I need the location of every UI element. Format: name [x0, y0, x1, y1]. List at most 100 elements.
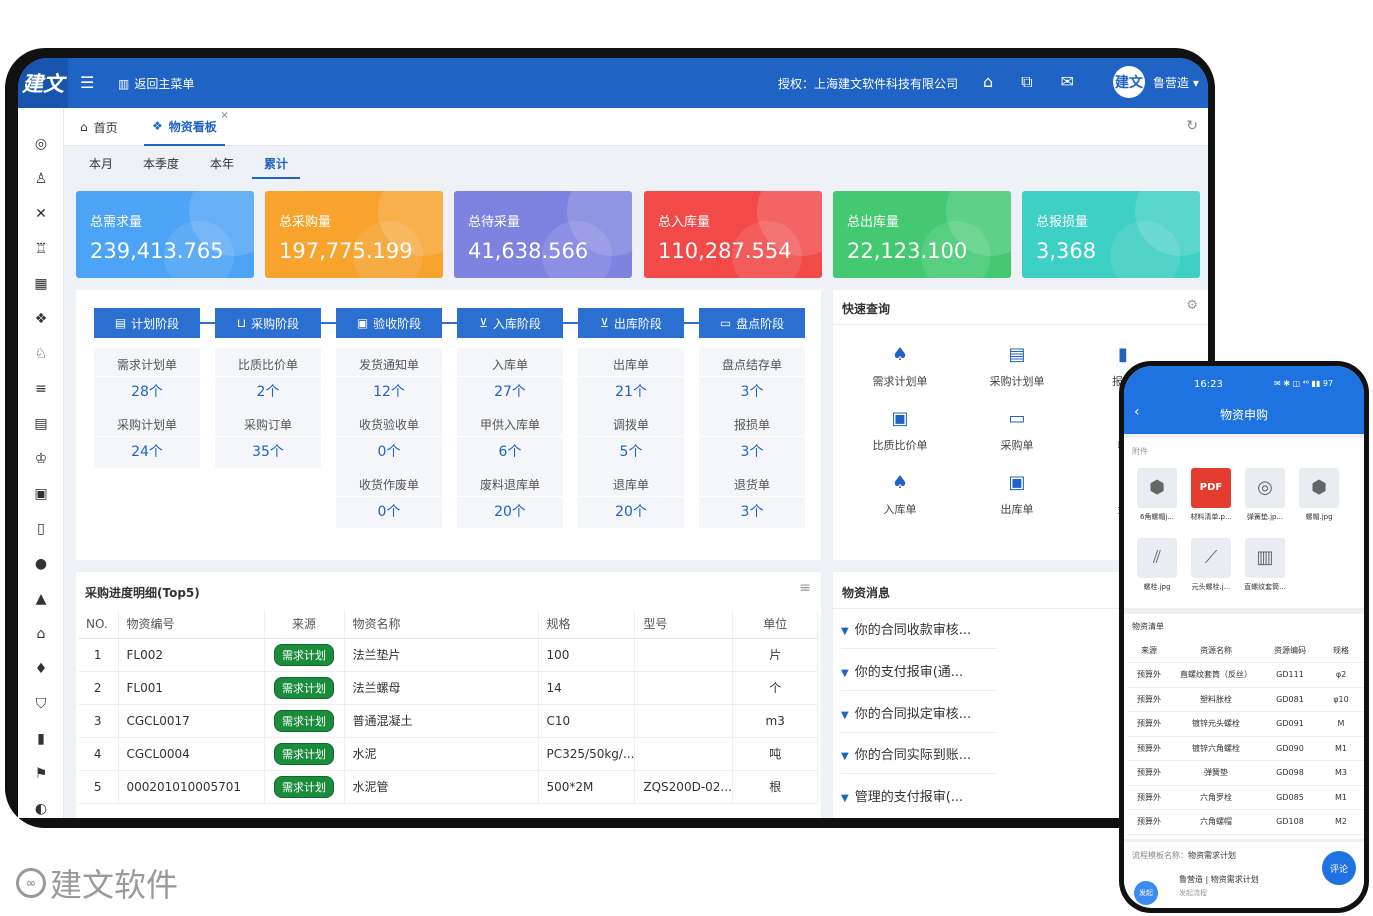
- comment-button[interactable]: 评论: [1322, 851, 1356, 885]
- stage-item-count[interactable]: 21个: [578, 381, 684, 401]
- quick-item[interactable]: ▣ 出库单: [967, 472, 1067, 517]
- stage-item[interactable]: 需求计划单 28个: [94, 348, 200, 408]
- attachment-item[interactable]: ◎ 弹簧垫.jp...: [1240, 468, 1290, 522]
- tab-material-board[interactable]: ❖ 物资看板 ×: [144, 108, 229, 146]
- period-month[interactable]: 本月: [89, 155, 113, 179]
- flow-item[interactable]: 鲁营造 | 物资需求计划: [1179, 874, 1259, 885]
- stage-item-count[interactable]: 28个: [94, 381, 200, 401]
- cubes-icon[interactable]: ❖: [31, 309, 51, 329]
- stage-item-count[interactable]: 27个: [457, 381, 563, 401]
- period-year[interactable]: 本年: [210, 155, 234, 179]
- quick-item[interactable]: ▣ 比质比价单: [850, 408, 950, 453]
- stage-item-count[interactable]: 3个: [699, 441, 805, 461]
- table-row[interactable]: 3 CGCL0017 需求计划 普通混凝土 C10 m3: [78, 704, 818, 738]
- stage-item[interactable]: 盘点结存单 3个: [699, 348, 805, 408]
- stage-item[interactable]: 出库单 21个: [578, 348, 684, 408]
- stage-item-count[interactable]: 24个: [94, 441, 200, 461]
- menu-toggle-icon[interactable]: ☰: [80, 73, 94, 92]
- refresh-icon[interactable]: ↻: [1186, 118, 1198, 134]
- table-row[interactable]: 1 FL002 需求计划 法兰垫片 100 片: [78, 638, 818, 672]
- tools-icon[interactable]: ✕: [31, 204, 51, 224]
- message-item[interactable]: ▼ 你的支付报审(通...: [841, 661, 1005, 680]
- stage-item[interactable]: 发货通知单 12个: [336, 348, 442, 408]
- quick-item[interactable]: ♠ 需求计划单: [850, 344, 950, 389]
- more-menu-icon[interactable]: ≡: [799, 580, 811, 596]
- stage-inbound-header[interactable]: ⊻ 入库阶段: [457, 308, 563, 338]
- gear-icon[interactable]: ⚙: [1186, 298, 1198, 313]
- home-icon[interactable]: ⌂: [983, 72, 993, 92]
- stat-card-loss[interactable]: 总报损量 3,368: [1022, 191, 1200, 278]
- bank-icon[interactable]: ⌂: [31, 624, 51, 644]
- stage-item[interactable]: 甲供入库单 6个: [457, 408, 563, 468]
- stamp-icon[interactable]: ♖: [31, 239, 51, 259]
- stage-outbound-header[interactable]: ⊻ 出库阶段: [578, 308, 684, 338]
- start-flow-badge[interactable]: 发起: [1134, 881, 1158, 905]
- table-row[interactable]: 4 CGCL0004 需求计划 水泥 PC325/50kg/... 吨: [78, 737, 818, 771]
- id-card-icon[interactable]: ▣: [31, 484, 51, 504]
- money-bag-icon[interactable]: ●: [31, 554, 51, 574]
- stage-item-count[interactable]: 20个: [457, 501, 563, 521]
- attachment-item[interactable]: ⬢ 螺帽.jpg: [1294, 468, 1344, 522]
- message-item[interactable]: ▼ 你的合同收款审核...: [841, 619, 1005, 638]
- period-cumulative[interactable]: 累计: [252, 155, 301, 179]
- table-row[interactable]: 预算外 镀锌六角螺栓 GD090 M1: [1128, 736, 1364, 761]
- quick-item[interactable]: ♠ 入库单: [850, 472, 950, 517]
- period-quarter[interactable]: 本季度: [143, 155, 179, 179]
- stage-item-count[interactable]: 0个: [336, 441, 442, 461]
- bars-icon[interactable]: ≡: [31, 379, 51, 399]
- stat-card-outbound[interactable]: 总出库量 22,123.100: [833, 191, 1011, 278]
- stage-inventory-header[interactable]: ▭ 盘点阶段: [699, 308, 805, 338]
- message-item[interactable]: ▼ 管理的支付报审(...: [841, 786, 1005, 805]
- building-icon[interactable]: ▤: [31, 414, 51, 434]
- stage-item[interactable]: 采购计划单 24个: [94, 408, 200, 468]
- table-row[interactable]: 预算外 镀锌元头螺栓 GD091 M: [1128, 711, 1364, 737]
- stage-purchase-header[interactable]: ⊔ 采购阶段: [215, 308, 321, 338]
- stage-plan-header[interactable]: ▤ 计划阶段: [94, 308, 200, 338]
- table-row[interactable]: 预算外 六角罗栓 GD085 M1: [1128, 785, 1364, 810]
- quick-item[interactable]: ▭ 采购单: [967, 408, 1067, 453]
- attachment-item[interactable]: PDF 材料清单.p...: [1186, 468, 1236, 522]
- attachment-item[interactable]: ⟋ 元头螺栓.j...: [1186, 538, 1236, 592]
- stage-item-count[interactable]: 3个: [699, 501, 805, 521]
- table-row[interactable]: 预算外 弹簧垫 GD098 M3: [1128, 760, 1364, 786]
- dashboard-icon[interactable]: ◎: [31, 134, 51, 154]
- stage-item-count[interactable]: 5个: [578, 441, 684, 461]
- stat-card-inbound[interactable]: 总入库量 110,287.554: [644, 191, 822, 278]
- chat-icon[interactable]: ✉: [1061, 72, 1074, 92]
- attachment-item[interactable]: ⬢ 6角螺帽j...: [1132, 468, 1182, 522]
- stage-item-count[interactable]: 3个: [699, 381, 805, 401]
- worker-icon[interactable]: ♔: [31, 449, 51, 469]
- globe-icon[interactable]: ◐: [31, 799, 51, 818]
- stage-item[interactable]: 调拨单 5个: [578, 408, 684, 468]
- stage-item-count[interactable]: 0个: [336, 501, 442, 521]
- stage-item-count[interactable]: 6个: [457, 441, 563, 461]
- stage-item-count[interactable]: 12个: [336, 381, 442, 401]
- table-row[interactable]: 5 000201010005701 需求计划 水泥管 500*2M ZQS200…: [78, 770, 818, 804]
- stage-item[interactable]: 采购订单 35个: [215, 408, 321, 468]
- person-icon[interactable]: ♙: [31, 169, 51, 189]
- stage-item[interactable]: 比质比价单 2个: [215, 348, 321, 408]
- org-chart-icon[interactable]: ⧉: [1021, 72, 1032, 92]
- message-item[interactable]: ▼ 你的合同拟定审核...: [841, 703, 1005, 722]
- flag-icon[interactable]: ⚑: [31, 764, 51, 784]
- stage-item-count[interactable]: 20个: [578, 501, 684, 521]
- ledger-icon[interactable]: ▦: [31, 274, 51, 294]
- briefcase-icon[interactable]: ▮: [31, 729, 51, 749]
- stage-inspect-header[interactable]: ▣ 验收阶段: [336, 308, 442, 338]
- growth-chart-icon[interactable]: ▲: [31, 589, 51, 609]
- shield-icon[interactable]: ⛉: [31, 694, 51, 714]
- stage-item[interactable]: 退货单 3个: [699, 468, 805, 528]
- stat-card-pending[interactable]: 总待采量 41,638.566: [454, 191, 632, 278]
- stage-item[interactable]: 废料退库单 20个: [457, 468, 563, 528]
- close-icon[interactable]: ×: [220, 110, 228, 121]
- stage-item[interactable]: 收货验收单 0个: [336, 408, 442, 468]
- document-icon[interactable]: ▯: [31, 519, 51, 539]
- stage-item[interactable]: 入库单 27个: [457, 348, 563, 408]
- stage-item-count[interactable]: 2个: [215, 381, 321, 401]
- attachment-item[interactable]: ▥ 直螺纹套筒...: [1240, 538, 1290, 592]
- stat-card-demand[interactable]: 总需求量 239,413.765: [76, 191, 254, 278]
- table-row[interactable]: 2 FL001 需求计划 法兰螺母 14 个: [78, 671, 818, 705]
- table-row[interactable]: 预算外 直螺纹套筒（反丝） GD111 φ2: [1128, 662, 1364, 688]
- stage-item-count[interactable]: 35个: [215, 441, 321, 461]
- attachment-item[interactable]: ⫽ 螺栓.jpg: [1132, 538, 1182, 592]
